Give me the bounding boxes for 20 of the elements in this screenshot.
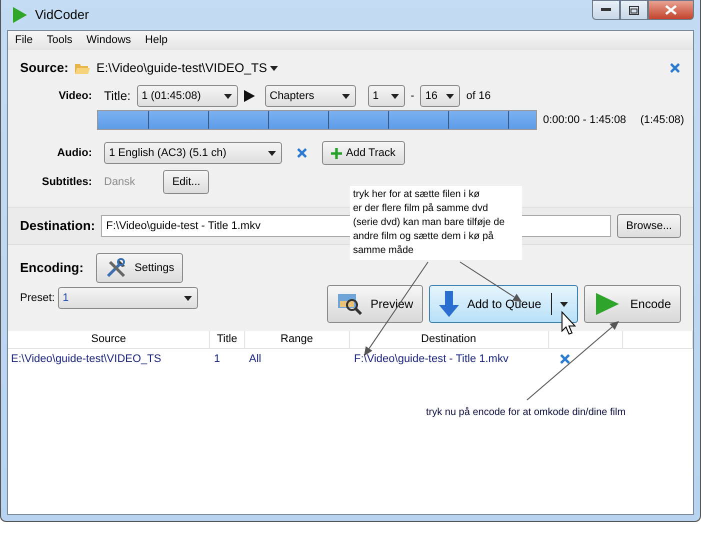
duration: (1:45:08) (640, 112, 684, 128)
source-label: Source: (20, 59, 68, 78)
table-cell-text: All (248, 352, 262, 367)
annotation-tooltip: tryk her for at sætte filen i kø er der flere film på samme dvd (serie dvd) kan man bare tilføje de andre film og sætte dem i kø på samme måde (350, 186, 522, 260)
chapter-count: of 16 (466, 88, 491, 104)
annotation-text: tryk nu på encode for at omkode din/dine film (425, 406, 627, 420)
video-label: Video: (58, 88, 92, 104)
audio-label: Audio: (56, 146, 92, 161)
table-cell-text: 1 (213, 352, 222, 367)
subtitles-label: Subtitles: (40, 174, 92, 190)
range-separator: - (410, 88, 414, 104)
table-cell-text: E:\Video\guide-test\VIDEO_TS (10, 352, 162, 367)
window-title: VidCoder (35, 6, 89, 24)
subtitle-value: Dansk (104, 174, 136, 190)
preset-label: Preset: (20, 290, 55, 306)
time-range: 0:00:00 - 1:45:08 (543, 112, 626, 128)
encoding-label: Encoding: (20, 259, 84, 278)
destination-label: Destination: (20, 217, 96, 236)
title-label: Title: (104, 88, 131, 105)
table-cell-text: F:\Video\guide-test - Title 1.mkv (353, 352, 510, 367)
